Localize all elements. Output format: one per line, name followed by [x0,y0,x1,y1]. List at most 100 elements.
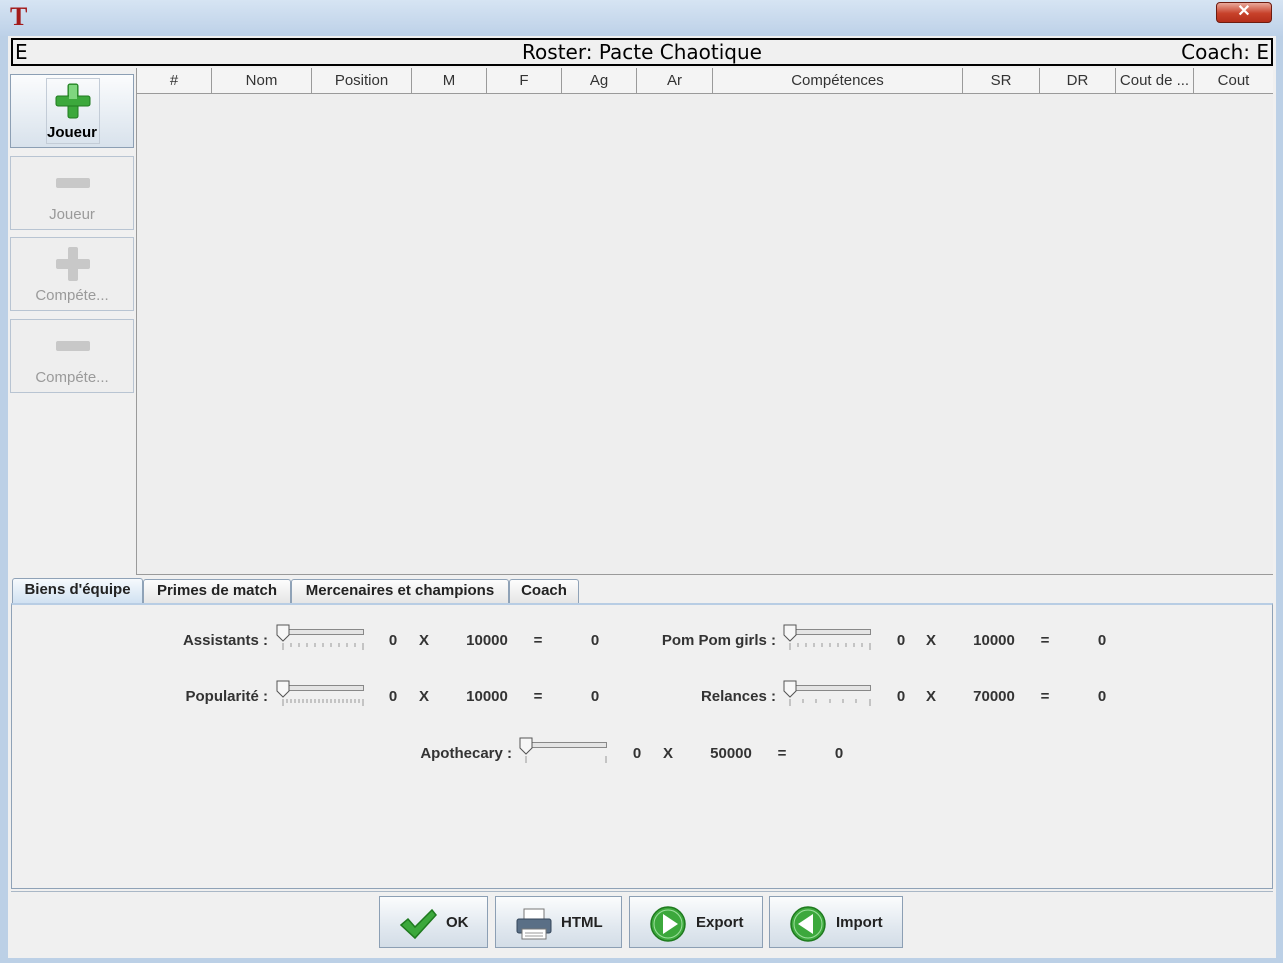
title-bar: T ✕ [0,0,1283,36]
assistants-label: Assistants : [182,632,268,649]
apothecary-price: 50000 [710,745,752,762]
column-header-nom[interactable]: Nom [212,68,312,93]
plus-icon [55,83,91,119]
assistants-equals: = [533,632,543,649]
pompom-slider[interactable] [783,624,875,652]
assistants-count: 0 [388,632,398,649]
slider-ticks [789,643,871,650]
html-button[interactable]: HTML [495,896,622,948]
relances-times: X [925,688,936,705]
remove-skill-button[interactable]: Compéte... [10,319,134,393]
slider-track [789,629,871,635]
apothecary-count: 0 [632,745,642,762]
apothecary-total: 0 [834,745,844,762]
pompom-price: 10000 [973,632,1015,649]
pompom-count: 0 [896,632,906,649]
column-header-cout-de[interactable]: Cout de ... [1116,68,1194,93]
export-button[interactable]: Export [629,896,763,948]
column-header-ar[interactable]: Ar [637,68,713,93]
popularite-label: Popularité : [185,688,268,705]
slider-track [789,685,871,691]
column-header-f[interactable]: F [487,68,562,93]
play-left-icon [790,906,826,942]
html-label: HTML [561,914,603,931]
column-header-position[interactable]: Position [312,68,412,93]
popularite-equals: = [533,688,543,705]
column-header-number[interactable]: # [137,68,212,93]
export-label: Export [696,914,744,931]
apothecary-equals: = [777,745,787,762]
import-button[interactable]: Import [769,896,903,948]
add-player-label: Joueur [46,124,97,141]
slider-thumb-icon[interactable] [519,737,533,755]
remove-skill-label: Compéte... [35,369,109,386]
remove-player-label: Joueur [49,206,95,223]
pompom-label: Pom Pom girls : [661,632,776,649]
pompom-equals: = [1040,632,1050,649]
relances-total: 0 [1097,688,1107,705]
popularite-price: 10000 [466,688,508,705]
slider-track [282,685,364,691]
slider-track [282,629,364,635]
roster-header: E Roster: Pacte Chaotique Coach: E [11,38,1273,66]
pompom-total: 0 [1097,632,1107,649]
popularite-count: 0 [388,688,398,705]
footer-separator [11,891,1273,892]
minus-icon [56,178,90,188]
slider-thumb-icon[interactable] [276,680,290,698]
ok-button[interactable]: OK [379,896,488,948]
popularite-times: X [418,688,429,705]
add-player-button[interactable]: Joueur [10,74,134,148]
coach-label: Coach: E [1181,40,1269,64]
assistants-slider[interactable] [276,624,368,652]
pompom-times: X [925,632,936,649]
players-table[interactable]: # Nom Position M F Ag Ar Compétences SR … [136,68,1273,575]
close-button[interactable]: ✕ [1216,2,1272,23]
slider-ticks [282,643,364,650]
popularite-total: 0 [590,688,600,705]
apothecary-label: Apothecary : [420,745,512,762]
relances-count: 0 [896,688,906,705]
assistants-price: 10000 [466,632,508,649]
slider-thumb-icon[interactable] [276,624,290,642]
roster-title: Roster: Pacte Chaotique [522,40,762,64]
column-header-ag[interactable]: Ag [562,68,637,93]
tab-coach[interactable]: Coach [509,579,579,603]
tab-mercenaires[interactable]: Mercenaires et champions [291,579,509,603]
slider-thumb-icon[interactable] [783,680,797,698]
add-skill-label: Compéte... [35,287,109,304]
ok-label: OK [446,914,469,931]
popularite-slider[interactable] [276,680,368,708]
slider-ticks [282,699,364,706]
window-title [226,5,476,23]
assistants-total: 0 [590,632,600,649]
table-header: # Nom Position M F Ag Ar Compétences SR … [137,68,1273,94]
column-header-m[interactable]: M [412,68,487,93]
column-header-competences[interactable]: Compétences [713,68,963,93]
column-header-sr[interactable]: SR [963,68,1040,93]
plus-icon [56,247,90,281]
assistants-times: X [418,632,429,649]
slider-track [525,742,607,748]
relances-label: Relances : [700,688,776,705]
apothecary-times: X [662,745,673,762]
column-header-dr[interactable]: DR [1040,68,1116,93]
checkmark-icon [399,908,437,940]
slider-thumb-icon[interactable] [783,624,797,642]
apothecary-slider[interactable] [519,737,611,765]
tab-primes-de-match[interactable]: Primes de match [143,579,291,603]
remove-player-button[interactable]: Joueur [10,156,134,230]
import-label: Import [836,914,883,931]
relances-equals: = [1040,688,1050,705]
play-right-icon [650,906,686,942]
slider-ticks [789,699,871,706]
column-header-cout[interactable]: Cout [1194,68,1273,93]
add-skill-button[interactable]: Compéte... [10,237,134,311]
relances-price: 70000 [973,688,1015,705]
printer-icon [516,908,552,940]
relances-slider[interactable] [783,680,875,708]
tab-biens-equipe[interactable]: Biens d'équipe [12,578,143,604]
minus-icon [56,341,90,351]
app-icon: T [10,2,28,31]
roster-window: E Roster: Pacte Chaotique Coach: E Joueu… [8,36,1276,958]
